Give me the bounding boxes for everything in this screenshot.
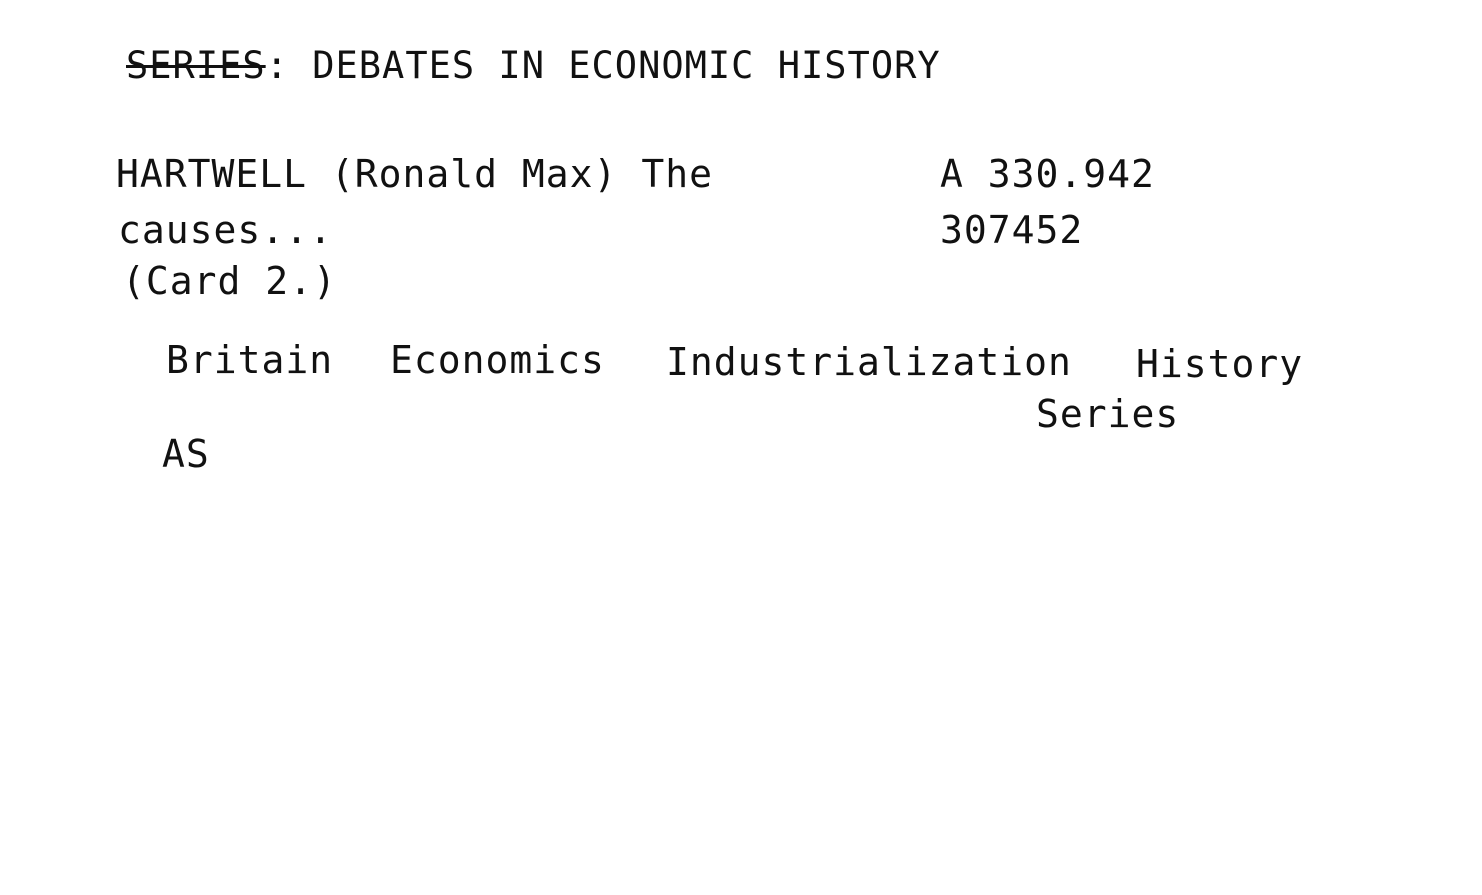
cataloger-initials: AS — [162, 432, 210, 476]
card-number: (Card 2.) — [122, 259, 337, 303]
title-continuation: causes... — [118, 208, 333, 252]
series-separator: : — [265, 44, 289, 87]
accession-number: 307452 — [940, 208, 1084, 252]
call-number-class: A 330.942 — [940, 152, 1155, 196]
subject-heading-history: History — [1136, 342, 1304, 386]
series-title: DEBATES IN ECONOMIC HISTORY — [288, 44, 941, 87]
subject-heading-economics: Economics — [390, 338, 605, 382]
subject-heading-series: Series — [1036, 392, 1180, 436]
subject-heading-britain: Britain — [166, 338, 334, 382]
author-line: HARTWELL (Ronald Max) The — [116, 152, 713, 196]
series-heading: SERIES: DEBATES IN ECONOMIC HISTORY — [126, 47, 941, 84]
subject-heading-industrialization: Industrialization — [666, 340, 1072, 384]
series-prefix-struck: SERIES — [126, 44, 266, 87]
catalog-card: SERIES: DEBATES IN ECONOMIC HISTORY HART… — [0, 0, 1482, 895]
